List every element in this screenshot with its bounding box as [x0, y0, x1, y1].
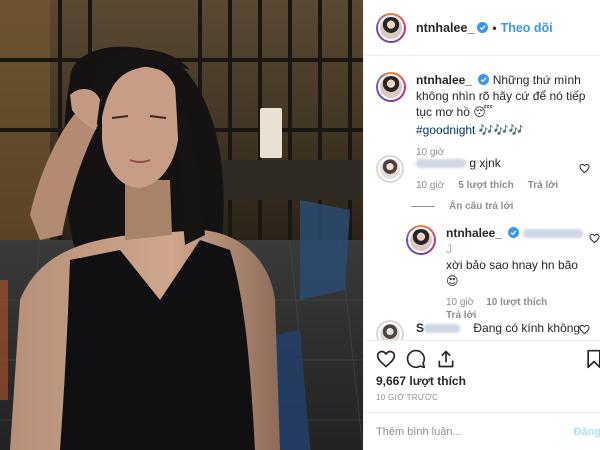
comment-like-heart-icon[interactable] — [579, 324, 590, 335]
author-username[interactable]: ntnhalee_ — [416, 21, 474, 35]
reply-avatar[interactable] — [406, 225, 436, 255]
verified-badge-icon — [477, 22, 489, 33]
verified-badge-icon — [508, 227, 520, 238]
comment-icon[interactable] — [406, 349, 426, 369]
commenter-avatar[interactable] — [376, 155, 404, 183]
header-separator-dot: • — [492, 20, 497, 35]
reply-text: xời bảo sao hnay hn bão — [446, 258, 578, 272]
hide-replies-toggle[interactable]: Ẩn câu trả lời — [411, 201, 513, 212]
hashtag-link[interactable]: #goodnight — [416, 123, 475, 137]
hidden-mention — [522, 229, 583, 239]
comment-item: S Đang có kính không — [376, 320, 598, 340]
reply-meta: 10 giờ 10 lượt thích — [446, 297, 586, 308]
comment-text: Đang có kính không — [473, 321, 581, 335]
comment-like-heart-icon[interactable] — [579, 163, 590, 174]
comment-input[interactable] — [376, 425, 556, 438]
reply-like-heart-icon[interactable] — [589, 233, 600, 244]
post-side-panel: ntnhalee_ • Theo dõi ntnhalee_ Những thứ… — [363, 0, 600, 450]
share-icon[interactable] — [436, 349, 456, 369]
action-bar: 9,667 lượt thích 10 GIỜ TRƯỚC — [364, 340, 600, 412]
caption-avatar[interactable] — [376, 72, 406, 102]
hidden-username — [416, 159, 466, 169]
post-header: ntnhalee_ • Theo dõi — [364, 0, 600, 56]
reply-item: ntnhalee_ J xời bảo sao hnay hn bão 😍 10… — [406, 225, 600, 321]
add-comment-bar: Đăng — [364, 412, 600, 450]
comments-list[interactable]: ntnhalee_ Những thứ mình không nhìn rõ h… — [364, 57, 600, 340]
comment-text: g xjnk — [469, 156, 501, 170]
likes-count[interactable]: 9,667 lượt thích — [376, 374, 466, 388]
heart-icon[interactable] — [376, 349, 396, 369]
caption: ntnhalee_ Những thứ mình không nhìn rõ h… — [376, 72, 598, 158]
post-time-ago[interactable]: 10 GIỜ TRƯỚC — [376, 393, 438, 402]
reply-emoji: 😍 — [446, 274, 459, 288]
comment-text-block: g xjnk — [416, 155, 598, 171]
comment-text-block: S Đang có kính không — [416, 320, 598, 336]
caption-username[interactable]: ntnhalee_ — [416, 73, 472, 87]
photo-illustration — [0, 0, 363, 450]
comment-item: g xjnk 10 giờ 5 lượt thích Trả lời — [376, 155, 598, 191]
caption-hashtag-line: #goodnight 🎶🎶🎶 — [416, 122, 586, 138]
bookmark-icon[interactable] — [584, 349, 600, 369]
comment-time[interactable]: 10 giờ — [416, 180, 444, 191]
mention-tail[interactable]: J — [446, 242, 452, 256]
reply-text-block: ntnhalee_ J xời bảo sao hnay hn bão 😍 — [446, 225, 586, 289]
hashtag-emoji: 🎶🎶🎶 — [478, 123, 524, 137]
reply-time[interactable]: 10 giờ — [446, 297, 474, 308]
hidden-username — [424, 324, 461, 334]
comment-meta: 10 giờ 5 lượt thích Trả lời — [416, 180, 598, 191]
author-avatar[interactable] — [376, 12, 406, 43]
reply-username[interactable]: ntnhalee_ — [446, 226, 502, 240]
post-comment-button[interactable]: Đăng — [574, 426, 600, 438]
comment-likes[interactable]: 5 lượt thích — [458, 180, 513, 191]
reply-button[interactable]: Trả lời — [528, 180, 558, 191]
follow-button[interactable]: Theo dõi — [501, 21, 553, 35]
reply-likes[interactable]: 10 lượt thích — [486, 297, 547, 308]
commenter-avatar[interactable] — [376, 320, 404, 340]
post-photo[interactable] — [0, 0, 363, 450]
verified-badge-icon — [478, 74, 490, 85]
caption-text-block: ntnhalee_ Những thứ mình không nhìn rõ h… — [416, 72, 586, 120]
partial-username[interactable]: S — [416, 321, 424, 335]
